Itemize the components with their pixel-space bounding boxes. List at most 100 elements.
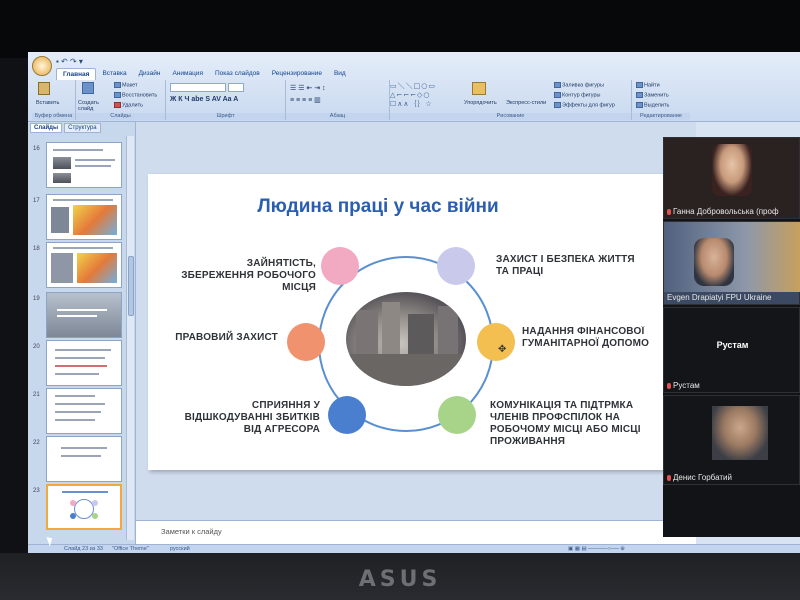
video-call-panel: Ганна Добровольська (проф Evgen Drapiaty…	[663, 137, 800, 537]
font-format-buttons[interactable]: Ж К Ч abe S AV Aa A	[170, 96, 238, 103]
slide-thumbnail[interactable]	[46, 142, 122, 188]
quick-access-toolbar[interactable]: ▪ ↶ ↷ ▾	[56, 57, 83, 66]
shapes-icon[interactable]: ▭＼＼□○▭ △⌐⌐⌐◇○ ☐∧∧｛｝☆	[390, 82, 460, 109]
slide[interactable]: Людина праці у час війни ЗАЙНЯТІСТЬ, ЗБЕ…	[148, 174, 668, 470]
slide-thumbnail-selected[interactable]	[46, 484, 122, 530]
font-name-select[interactable]	[170, 83, 226, 92]
participant-tile[interactable]: Ганна Добровольська (проф	[663, 137, 800, 219]
group-label: Шрифт	[166, 113, 285, 120]
tab-outline[interactable]: Структура	[64, 123, 101, 133]
slide-thumbnail[interactable]	[46, 340, 122, 386]
laptop-frame: ▪ ↶ ↷ ▾ Главная Вставка Дизайн Анимация …	[0, 0, 800, 600]
label-compensation: СПРИЯННЯ У ВІДШКОДУВАННІ ЗБИТКІВ ВІД АГР…	[184, 400, 320, 435]
tab-animation[interactable]: Анимация	[166, 68, 209, 80]
tab-insert[interactable]: Вставка	[96, 68, 132, 80]
slides-pane: Слайды Структура 16 17 18 19 20 21 22 23	[28, 122, 136, 544]
shape-fill-label: Заливка фигуры	[562, 82, 605, 89]
layout-button[interactable]: Макет	[114, 82, 138, 88]
war-ruins-photo[interactable]	[346, 292, 466, 386]
slide-number: 17	[33, 198, 40, 204]
scrollbar-thumb[interactable]	[128, 256, 134, 316]
shape-effects-button[interactable]: Эффекты для фигур	[554, 102, 615, 108]
participant-name-text: Рустам	[673, 381, 700, 390]
avatar	[712, 406, 768, 460]
tab-review[interactable]: Рецензирование	[266, 68, 328, 80]
group-label: Буфер обмена	[32, 113, 75, 120]
group-drawing: ▭＼＼□○▭ △⌐⌐⌐◇○ ☐∧∧｛｝☆ Упорядочить Экспресс-…	[390, 80, 632, 120]
delete-label: Удалить	[122, 102, 143, 109]
paste-icon[interactable]	[38, 82, 51, 95]
status-language: русский	[170, 546, 190, 552]
group-font: Ж К Ч abe S AV Aa A Шрифт	[166, 80, 286, 120]
tab-home[interactable]: Главная	[56, 68, 97, 80]
participant-name: Ганна Добровольська (проф	[667, 207, 779, 216]
new-slide-icon[interactable]	[82, 82, 95, 94]
participant-tile[interactable]: Денис Горбатий	[663, 395, 800, 485]
mic-muted-icon	[667, 382, 671, 389]
diagram-node-compensation	[328, 396, 366, 434]
slide-number: 22	[33, 440, 40, 446]
participant-display-name: Рустам	[716, 340, 749, 350]
new-slide-button[interactable]: Создать слайд	[78, 100, 112, 112]
replace-button[interactable]: Заменить	[636, 92, 669, 98]
office-button-icon[interactable]	[32, 56, 52, 76]
participant-tile[interactable]: Evgen Drapiatyi FPU Ukraine	[663, 221, 800, 305]
label-safety: ЗАХИСТ І БЕЗПЕКА ЖИТТЯ ТА ПРАЦІ	[496, 254, 635, 277]
align-buttons[interactable]: ≡ ≡ ≡ ≡ ▥	[290, 96, 321, 104]
notes-pane[interactable]: Заметки к слайду	[136, 520, 696, 544]
tab-design[interactable]: Дизайн	[133, 68, 167, 80]
ribbon-tabs: Главная Вставка Дизайн Анимация Показ сл…	[56, 68, 352, 80]
quick-styles-button[interactable]: Экспресс-стили	[506, 100, 546, 106]
slide-thumbnail[interactable]	[46, 242, 122, 288]
diagram-node-legal	[287, 323, 325, 361]
replace-label: Заменить	[644, 92, 669, 99]
select-label: Выделить	[644, 102, 670, 109]
status-theme: "Office Theme"	[112, 546, 149, 552]
tab-view[interactable]: Вид	[328, 68, 352, 80]
shape-fill-button[interactable]: Заливка фигуры	[554, 82, 604, 88]
participant-name-text: Ганна Добровольська (проф	[673, 207, 779, 216]
participant-tile[interactable]: Рустам Рустам	[663, 307, 800, 393]
avatar	[694, 238, 734, 286]
arrange-button[interactable]: Упорядочить	[464, 100, 497, 106]
tab-slideshow[interactable]: Показ слайдов	[209, 68, 266, 80]
slide-number: 21	[33, 392, 40, 398]
select-button[interactable]: Выделить	[636, 102, 669, 108]
slide-thumbnail[interactable]	[46, 436, 122, 482]
notes-placeholder: Заметки к слайду	[161, 527, 222, 536]
reset-button[interactable]: Восстановить	[114, 92, 157, 98]
group-editing: Найти Заменить Выделить Редактирование	[632, 80, 690, 120]
participant-name-text: Evgen Drapiatyi FPU Ukraine	[667, 293, 772, 302]
shape-outline-label: Контур фигуры	[562, 92, 601, 99]
view-buttons[interactable]: ▣ ▦ ▤ ─────○── ⊕	[568, 545, 625, 553]
slide-number: 18	[33, 246, 40, 252]
group-paragraph: ☰ ☰ ⇤ ⇥ ↕ ≡ ≡ ≡ ≡ ▥ Абзац	[286, 80, 390, 120]
slide-title[interactable]: Людина праці у час війни	[148, 196, 608, 218]
font-size-select[interactable]	[228, 83, 244, 92]
pane-tabs: Слайды Структура	[30, 123, 101, 133]
slide-thumbnail[interactable]	[46, 292, 122, 338]
slides-scrollbar[interactable]	[126, 136, 134, 540]
mic-muted-icon	[667, 208, 671, 215]
ribbon-groups: Вставить Буфер обмена Создать слайд Маке…	[32, 80, 712, 120]
participant-name: Evgen Drapiatyi FPU Ukraine	[667, 293, 771, 302]
group-slides: Создать слайд Макет Восстановить Удалить…	[76, 80, 166, 120]
slide-thumbnail[interactable]	[46, 194, 122, 240]
group-label: Рисование	[390, 113, 631, 120]
group-label: Абзац	[286, 113, 389, 120]
find-button[interactable]: Найти	[636, 82, 660, 88]
delete-button[interactable]: Удалить	[114, 102, 143, 108]
ribbon: ▪ ↶ ↷ ▾ Главная Вставка Дизайн Анимация …	[28, 52, 800, 122]
slide-thumbnail[interactable]	[46, 388, 122, 434]
participant-name: Рустам	[667, 381, 700, 390]
arrange-icon[interactable]	[472, 82, 487, 95]
shape-outline-button[interactable]: Контур фигуры	[554, 92, 600, 98]
paste-button[interactable]: Вставить	[36, 100, 59, 106]
slide-number: 16	[33, 146, 40, 152]
tab-slides[interactable]: Слайды	[30, 123, 63, 133]
move-cursor-icon: ✥	[498, 344, 507, 355]
slide-number: 20	[33, 344, 40, 350]
diagram-node-employment	[321, 247, 359, 285]
list-buttons[interactable]: ☰ ☰ ⇤ ⇥ ↕	[290, 84, 326, 92]
group-label: Слайды	[76, 113, 165, 120]
